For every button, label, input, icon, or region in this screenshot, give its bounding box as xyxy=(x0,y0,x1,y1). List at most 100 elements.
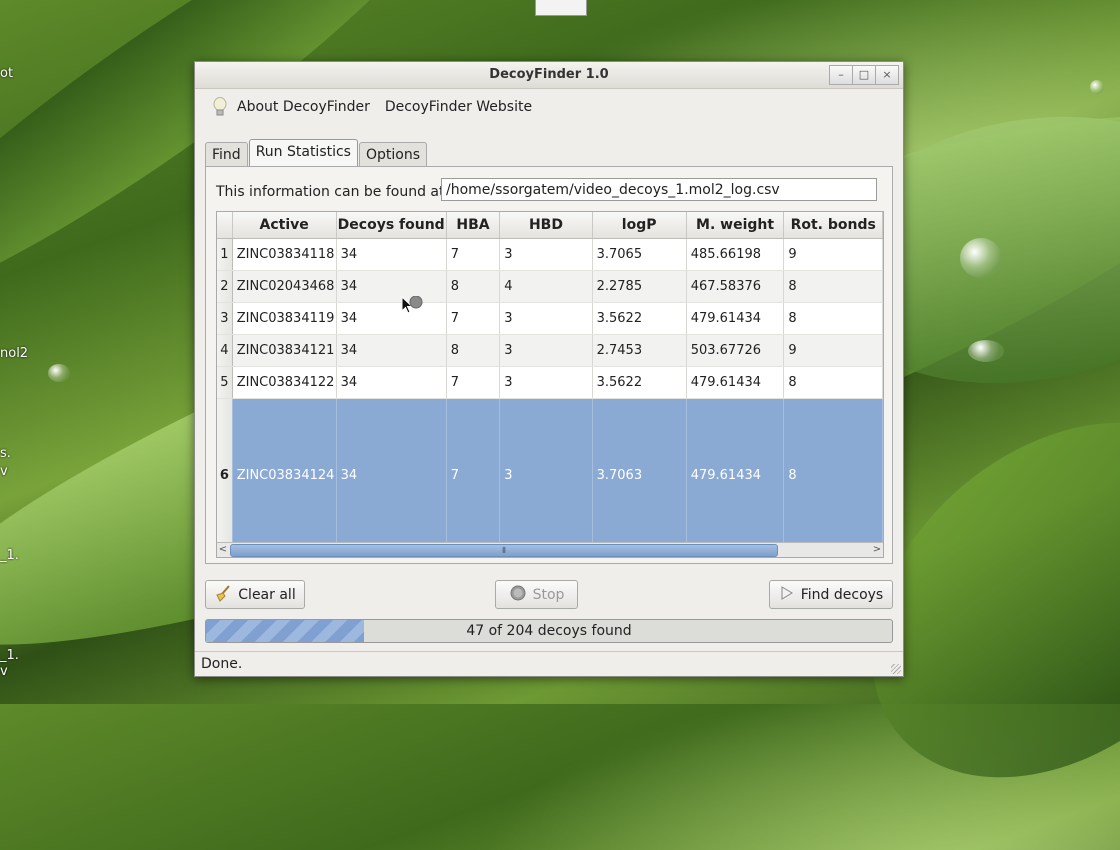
table-cell[interactable]: 8 xyxy=(783,398,883,552)
row-header[interactable]: 5 xyxy=(217,366,233,399)
desktop-icon-label[interactable]: _1. xyxy=(0,648,19,663)
column-header[interactable]: logP xyxy=(592,212,687,239)
progress-text: 47 of 204 decoys found xyxy=(466,623,632,639)
row-header[interactable]: 4 xyxy=(217,334,233,367)
maximize-button[interactable]: □ xyxy=(852,65,876,85)
top-panel-handle[interactable] xyxy=(535,0,587,16)
desktop-icon-label[interactable]: v xyxy=(0,664,8,679)
desktop-icon-label[interactable]: nol2 xyxy=(0,346,28,361)
table-cell[interactable]: 8 xyxy=(783,366,883,399)
table-row[interactable]: 1 ZINC03834118 34 7 3 3.7065 485.66198 9 xyxy=(217,238,883,271)
table-row-selected[interactable]: 6 ZINC03834124 34 7 3 3.7063 479.61434 8 xyxy=(217,398,883,552)
table-cell[interactable]: 3 xyxy=(499,366,593,399)
stop-icon xyxy=(509,584,527,606)
tab-run-statistics[interactable]: Run Statistics xyxy=(248,139,358,169)
table-cell[interactable]: 3.5622 xyxy=(592,302,687,335)
table-row[interactable]: 3 ZINC03834119 34 7 3 3.5622 479.61434 8 xyxy=(217,302,883,335)
table-cell[interactable]: 7 xyxy=(446,302,501,335)
tab-find[interactable]: Find xyxy=(205,142,248,169)
column-header[interactable]: Rot. bonds xyxy=(783,212,883,239)
corner-header[interactable] xyxy=(217,212,233,239)
table-cell[interactable]: 3 xyxy=(499,238,593,271)
table-row[interactable]: 2 ZINC02043468 34 8 4 2.2785 467.58376 8 xyxy=(217,270,883,303)
scroll-right-icon[interactable]: > xyxy=(871,543,883,557)
table-cell[interactable]: ZINC02043468 xyxy=(232,270,337,303)
desktop-icon-label[interactable]: s. xyxy=(0,446,11,461)
column-header[interactable]: Active xyxy=(232,212,337,239)
table-cell[interactable]: 34 xyxy=(336,334,447,367)
row-header[interactable]: 6 xyxy=(217,398,233,552)
tab-options[interactable]: Options xyxy=(358,142,428,169)
mouse-cursor-icon xyxy=(401,295,423,314)
horizontal-scrollbar[interactable]: < ⦀ > xyxy=(217,542,883,557)
table-cell[interactable]: 8 xyxy=(783,270,883,303)
table-cell[interactable]: 3 xyxy=(499,334,593,367)
table-cell[interactable]: 8 xyxy=(783,302,883,335)
table-cell[interactable]: 3.7063 xyxy=(592,398,687,552)
table-cell[interactable]: 7 xyxy=(446,238,501,271)
water-drop xyxy=(48,364,70,382)
scrollbar-thumb[interactable]: ⦀ xyxy=(230,544,778,557)
table-cell[interactable]: ZINC03834122 xyxy=(232,366,337,399)
table-cell[interactable]: 34 xyxy=(336,270,447,303)
window-title: DecoyFinder 1.0 xyxy=(489,67,609,82)
title-bar[interactable]: DecoyFinder 1.0 – □ × xyxy=(195,62,903,89)
table-cell[interactable]: ZINC03834119 xyxy=(232,302,337,335)
scroll-grip-icon: ⦀ xyxy=(502,546,506,555)
menu-about[interactable]: About DecoyFinder xyxy=(237,99,370,115)
table-cell[interactable]: 2.2785 xyxy=(592,270,687,303)
table-cell[interactable]: 34 xyxy=(336,302,447,335)
minimize-button[interactable]: – xyxy=(829,65,853,85)
table-cell[interactable]: ZINC03834124 xyxy=(232,398,337,552)
column-header[interactable]: Decoys found xyxy=(336,212,447,239)
row-header[interactable]: 2 xyxy=(217,270,233,303)
table-row[interactable]: 4 ZINC03834121 34 8 3 2.7453 503.67726 9 xyxy=(217,334,883,367)
table-cell[interactable]: 7 xyxy=(446,398,501,552)
table-cell[interactable]: ZINC03834121 xyxy=(232,334,337,367)
table-row[interactable]: 5 ZINC03834122 34 7 3 3.5622 479.61434 8 xyxy=(217,366,883,399)
log-location-label: This information can be found at xyxy=(216,184,445,200)
desktop-icon-label[interactable]: ot xyxy=(0,66,13,81)
table-cell[interactable]: 9 xyxy=(783,334,883,367)
stop-label: Stop xyxy=(532,586,565,603)
table-cell[interactable]: 34 xyxy=(336,238,447,271)
close-button[interactable]: × xyxy=(875,65,899,85)
table-cell[interactable]: 479.61434 xyxy=(686,302,785,335)
column-header[interactable]: M. weight xyxy=(686,212,785,239)
menu-website[interactable]: DecoyFinder Website xyxy=(385,99,532,115)
table-cell[interactable]: 8 xyxy=(446,270,501,303)
row-header[interactable]: 3 xyxy=(217,302,233,335)
log-path-field[interactable]: /home/ssorgatem/video_decoys_1.mol2_log.… xyxy=(441,178,877,201)
clear-all-button[interactable]: Clear all xyxy=(205,580,305,609)
stop-button[interactable]: Stop xyxy=(495,580,578,609)
desktop-icon-label[interactable]: v xyxy=(0,464,8,479)
table-cell[interactable]: 4 xyxy=(499,270,593,303)
desktop-icon-label[interactable]: _1. xyxy=(0,548,19,563)
table-cell[interactable]: 3.5622 xyxy=(592,366,687,399)
table-cell[interactable]: 34 xyxy=(336,398,447,552)
find-decoys-button[interactable]: Find decoys xyxy=(769,580,893,609)
table-cell[interactable]: 8 xyxy=(446,334,501,367)
table-cell[interactable]: 9 xyxy=(783,238,883,271)
table-cell[interactable]: 3 xyxy=(499,302,593,335)
resize-grip-icon[interactable] xyxy=(891,664,901,674)
table-cell[interactable]: 3.7065 xyxy=(592,238,687,271)
table-cell[interactable]: ZINC03834118 xyxy=(232,238,337,271)
table-cell[interactable]: 485.66198 xyxy=(686,238,785,271)
table-cell[interactable]: 34 xyxy=(336,366,447,399)
table-cell[interactable]: 467.58376 xyxy=(686,270,785,303)
row-header[interactable]: 1 xyxy=(217,238,233,271)
scroll-left-icon[interactable]: < xyxy=(217,543,229,557)
table-cell[interactable]: 7 xyxy=(446,366,501,399)
table-cell[interactable]: 503.67726 xyxy=(686,334,785,367)
lightbulb-icon xyxy=(213,97,227,117)
table-cell[interactable]: 479.61434 xyxy=(686,366,785,399)
table-cell[interactable]: 2.7453 xyxy=(592,334,687,367)
table-cell[interactable]: 3 xyxy=(499,398,593,552)
column-header[interactable]: HBA xyxy=(446,212,501,239)
status-bar: Done. xyxy=(195,651,903,676)
table-header-row: Active Decoys found HBA HBD logP M. weig… xyxy=(217,212,883,239)
column-header[interactable]: HBD xyxy=(499,212,593,239)
statistics-table[interactable]: Active Decoys found HBA HBD logP M. weig… xyxy=(216,211,884,558)
table-cell[interactable]: 479.61434 xyxy=(686,398,785,552)
